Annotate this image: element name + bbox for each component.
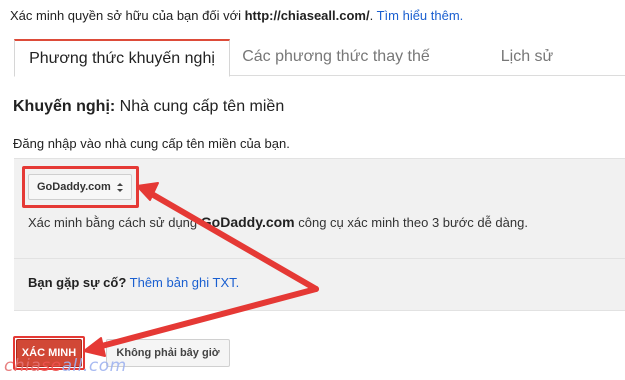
add-txt-record-link[interactable]: Thêm bản ghi TXT.: [130, 275, 240, 290]
login-instruction: Đăng nhập vào nhà cung cấp tên miền của …: [13, 136, 290, 151]
tab-alternate-methods[interactable]: Các phương thức thay thế: [230, 39, 442, 76]
provider-description: Xác minh bằng cách sử dụng GoDaddy.com c…: [28, 214, 528, 230]
trouble-question: Bạn gặp sự cố?: [28, 275, 127, 290]
section-heading: Khuyến nghị: Nhà cung cấp tên miền: [13, 98, 284, 116]
method-tabs: Phương thức khuyến nghị Các phương thức …: [14, 39, 625, 77]
site-url: http://chiaseall.com/: [244, 8, 370, 23]
trouble-line: Bạn gặp sự cố? Thêm bản ghi TXT.: [28, 275, 239, 290]
heading-recommended: Khuyến nghị:: [13, 98, 116, 115]
arrow-to-verify-head: [83, 337, 106, 357]
desc-after: công cụ xác minh theo 3 bước dễ dàng.: [294, 215, 528, 230]
intro-punct: .: [369, 8, 377, 23]
watermark: chiaseall.com: [4, 356, 127, 376]
verification-intro: Xác minh quyền sở hữu của bạn đối với ht…: [10, 8, 463, 23]
desc-brand: GoDaddy.com: [200, 214, 295, 230]
panel-divider: [14, 258, 625, 259]
heading-provider: Nhà cung cấp tên miền: [115, 98, 285, 115]
desc-before: Xác minh bằng cách sử dụng: [28, 215, 201, 230]
intro-text: Xác minh quyền sở hữu của bạn đối với: [10, 8, 245, 23]
tab-recommended-method[interactable]: Phương thức khuyến nghị: [14, 39, 230, 77]
learn-more-link[interactable]: Tìm hiểu thêm.: [377, 8, 464, 23]
annotation-highlight-select: [22, 166, 139, 208]
tab-history[interactable]: Lịch sử: [442, 39, 612, 76]
